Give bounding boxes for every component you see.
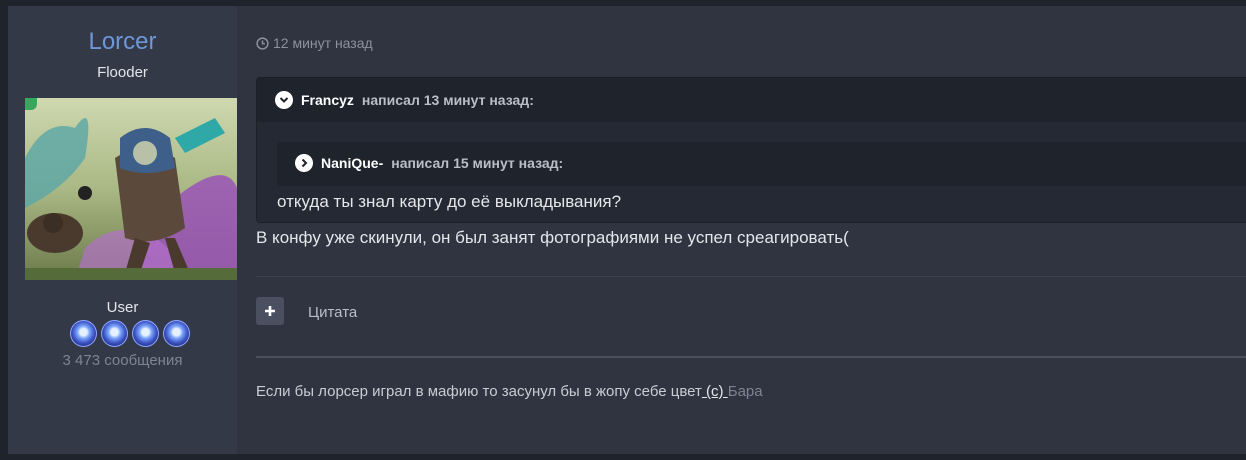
quote-block-inner: NaniQue- написал 15 минут назад: (277, 142, 1246, 186)
rank-badge-icon (163, 320, 190, 347)
quote-author[interactable]: Francyz (301, 92, 354, 108)
multiquote-add-button[interactable] (256, 297, 284, 325)
post-timestamp[interactable]: 12 минут назад (256, 35, 373, 51)
signature-divider (256, 356, 1246, 358)
quote-cite-text: написал 15 минут назад: (391, 155, 564, 171)
author-name[interactable]: Lorcer (8, 28, 237, 56)
signature-tail: Бара (727, 383, 763, 400)
author-posts-count: 3 473 сообщения (62, 352, 183, 369)
chevron-right-icon[interactable] (295, 154, 313, 172)
quote-button[interactable]: Цитата (308, 304, 357, 321)
plus-icon (265, 306, 275, 316)
avatar-image (25, 98, 237, 280)
post-content: В конфу уже скинули, он был занят фотогр… (256, 228, 849, 247)
chevron-down-icon[interactable] (275, 91, 293, 109)
rank-badge-icon (101, 320, 128, 347)
online-status-indicator (25, 98, 37, 110)
signature-link[interactable]: (с) (702, 383, 728, 400)
quote-header: Francyz написал 13 минут назад: (257, 78, 1246, 122)
signature: Если бы лорсер играл в мафию то засунул … (256, 383, 763, 400)
quote-block-outer: Francyz написал 13 минут назад: NaniQue-… (256, 77, 1246, 223)
avatar[interactable] (25, 98, 237, 280)
rank-badges (70, 320, 196, 348)
rank-badge-icon (132, 320, 159, 347)
quote-author[interactable]: NaniQue- (321, 155, 383, 171)
author-panel: Lorcer Flooder User 3 473 сообщения (8, 6, 237, 454)
clock-icon (256, 36, 269, 50)
forum-post: Lorcer Flooder User 3 473 сообщения 12 м… (8, 6, 1246, 454)
quote-cite-text: написал 13 минут назад: (361, 92, 534, 108)
post-time: 12 минут назад (273, 35, 373, 51)
author-title: Flooder (97, 64, 148, 81)
rank-badge-icon (70, 320, 97, 347)
quote-body: откуда ты знал карту до её выкладывания? (277, 192, 622, 211)
quote-citation[interactable]: Francyz написал 13 минут назад: (275, 91, 534, 109)
author-group: User (106, 299, 139, 316)
divider (256, 276, 1246, 277)
quote-citation[interactable]: NaniQue- написал 15 минут назад: (295, 154, 563, 172)
signature-text: Если бы лорсер играл в мафию то засунул … (256, 383, 702, 400)
